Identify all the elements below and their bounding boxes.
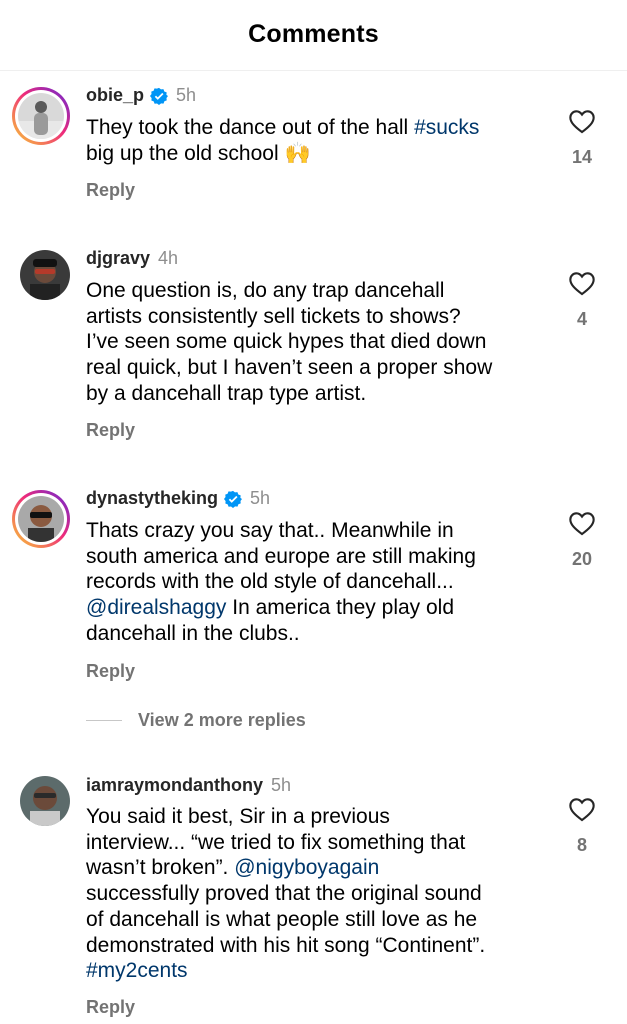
heart-icon[interactable] [568,108,596,134]
comment-time: 4h [158,248,179,268]
comment-text-segment: You said it best, Sir in a previous [86,805,390,828]
reply-button[interactable]: Reply [86,661,135,682]
username[interactable]: djgravy [86,248,150,269]
heart-icon[interactable] [568,796,596,822]
comment-line: #my2cents [86,958,541,984]
comment-text-segment: They took the dance out of the hall [86,116,415,139]
heart-icon[interactable] [568,270,596,296]
comment-text: Thats crazy you say that.. Meanwhile in s… [86,518,541,647]
comment-line: I’ve seen some quick hypes that died dow… [86,329,541,355]
comment-text-segment: south america and europe are still makin… [86,544,476,568]
mention-link[interactable]: @nigyboyagain [234,856,379,879]
reply-button[interactable]: Reply [86,997,135,1018]
comment-line: They took the dance out of the hall #suc… [86,115,541,141]
comment-line: records with the old style of dancehall.… [86,569,541,595]
like-count: 8 [576,835,587,855]
comment-text-segment: successfully proved that the original so… [86,882,482,906]
comment-text-segment: interview... “we tried to fix something … [86,830,466,854]
comment-text-segment: artists consistently sell tickets to sho… [86,304,461,328]
comment-text: One question is, do any trap dancehall ar… [86,278,541,407]
heart-icon[interactable] [568,510,596,536]
avatar[interactable] [12,490,70,548]
avatar[interactable] [20,776,70,826]
avatar[interactable] [12,87,70,145]
comment-line: One question is, do any trap dancehall [86,278,541,304]
reply-button[interactable]: Reply [86,180,135,201]
comment-time: 5h [250,488,271,508]
mention-link[interactable]: @direalshaggy [86,596,226,619]
view-more-label: View 2 more replies [138,710,306,730]
comments-header: Comments [0,0,627,71]
divider [86,720,122,721]
verified-badge-icon [224,490,243,508]
comment-text-segment: Thats crazy you say that.. Meanwhile in [86,519,454,542]
like-count: 14 [571,147,593,167]
comment-line: of dancehall is what people still love a… [86,907,541,933]
verified-badge-icon [150,87,169,105]
comment-text-segment: dancehall in the clubs.. [86,621,300,645]
comment-text-segment: by a dancehall trap type artist. [86,381,367,405]
comment-line: artists consistently sell tickets to sho… [86,304,541,330]
username[interactable]: obie_p [86,85,144,106]
comment-line: south america and europe are still makin… [86,544,541,570]
comment-time: 5h [176,85,197,105]
comment-line: wasn’t broken”. @nigyboyagain [86,855,541,881]
avatar[interactable] [20,250,70,300]
comment-text-segment: big up the old school 🙌 [86,141,311,165]
comment-line: big up the old school 🙌 [86,141,541,167]
comment-text-segment: wasn’t broken”. [86,856,235,880]
username[interactable]: iamraymondanthony [86,775,263,796]
comment-line: demonstrated with his hit song “Continen… [86,933,541,959]
comment-line: dancehall in the clubs.. [86,621,541,647]
comment-line: by a dancehall trap type artist. [86,381,541,407]
username[interactable]: dynastytheking [86,488,218,509]
comment-text-segment: real quick, but I haven’t seen a proper … [86,356,493,380]
comment-text: They took the dance out of the hall #suc… [86,115,541,166]
like-count: 20 [571,549,593,569]
comment-text-segment: One question is, do any trap dancehall [86,279,445,302]
page-title: Comments [248,20,379,48]
comment-text-segment: I’ve seen some quick hypes that died dow… [86,330,487,354]
comment-text-segment: records with the old style of dancehall.… [86,570,454,594]
comment-line: real quick, but I haven’t seen a proper … [86,355,541,381]
hashtag-link[interactable]: #my2cents [86,959,188,982]
comment-line: successfully proved that the original so… [86,881,541,907]
reply-button[interactable]: Reply [86,420,135,441]
comment-text-segment: of dancehall is what people still love a… [86,907,478,931]
comment-time: 5h [271,775,292,795]
comment-text: You said it best, Sir in a previous inter… [86,804,541,984]
comment-line: @direalshaggy In america they play old [86,595,541,621]
comment-line: You said it best, Sir in a previous [86,804,541,830]
comment-line: Thats crazy you say that.. Meanwhile in [86,518,541,544]
comment-text-segment: demonstrated with his hit song “Continen… [86,933,486,957]
comment-line: interview... “we tried to fix something … [86,830,541,856]
view-more-replies-button[interactable]: View 2 more replies [86,710,306,731]
comment-text-segment: In america they play old [226,596,455,620]
like-count: 4 [576,309,587,329]
hashtag-link[interactable]: #sucks [414,116,479,139]
